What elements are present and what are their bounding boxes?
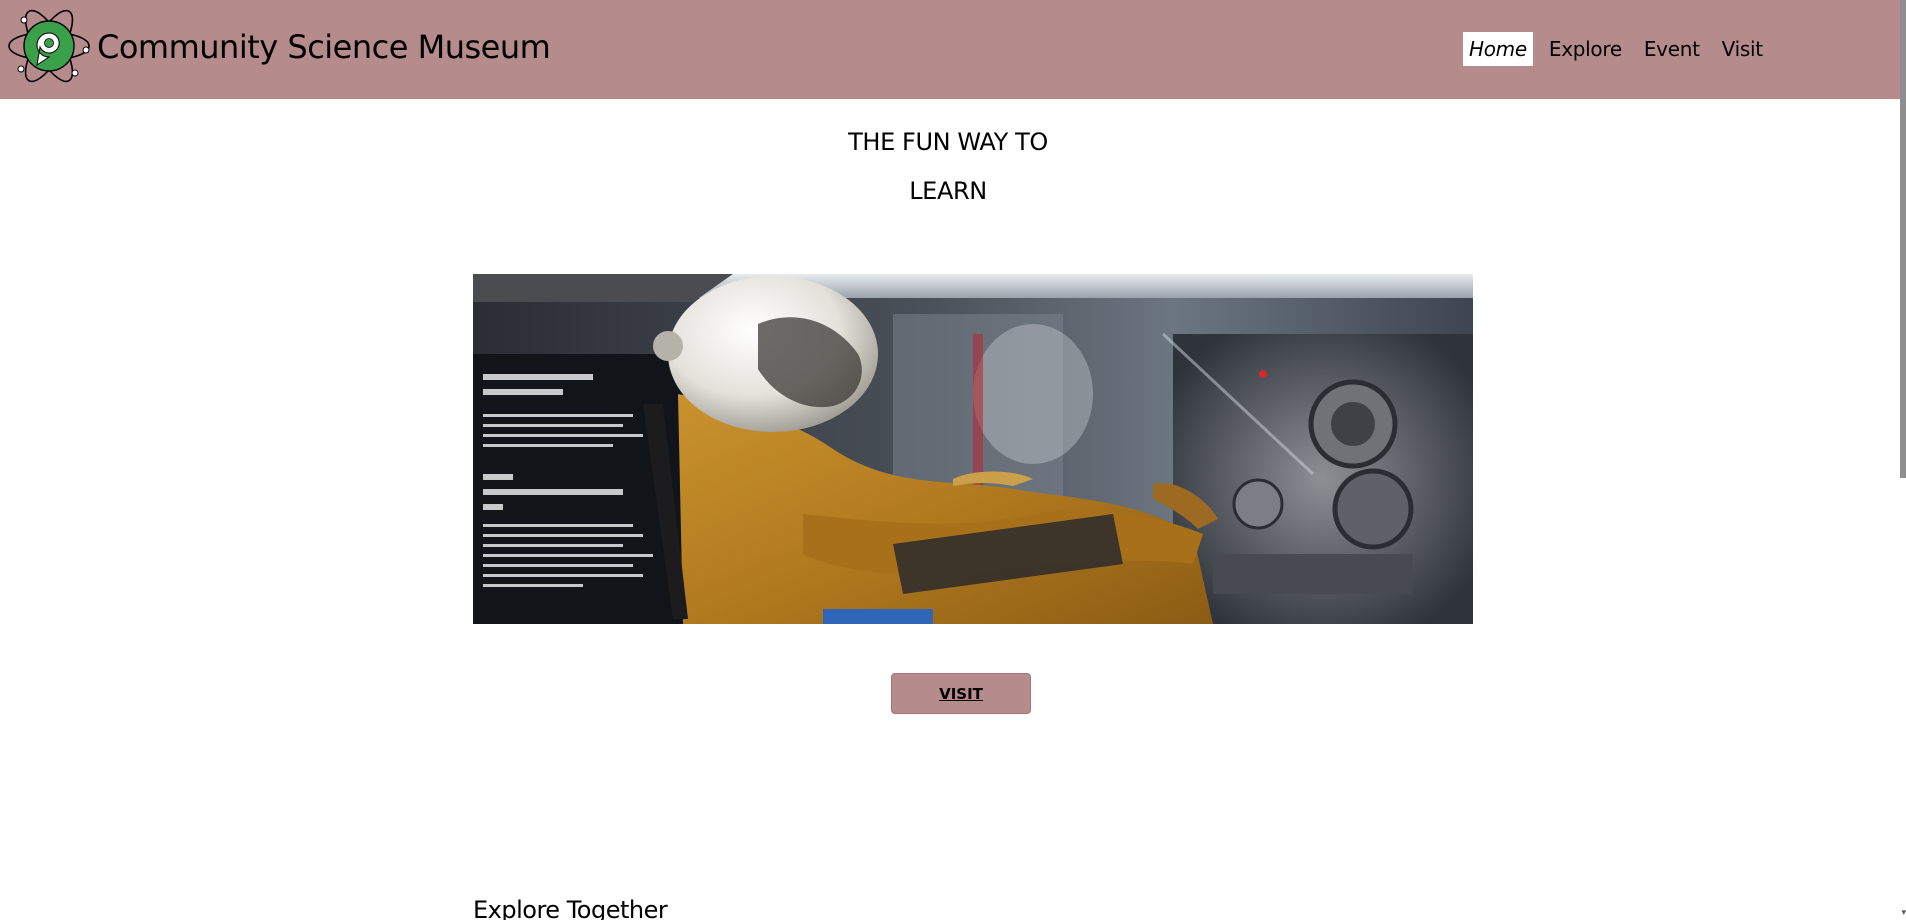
nav-item-visit[interactable]: Visit: [1716, 32, 1769, 66]
tagline-line-1: THE FUN WAY TO: [848, 128, 1048, 156]
nav-item-explore[interactable]: Explore: [1543, 32, 1628, 66]
scrollbar-thumb[interactable]: [1900, 0, 1906, 478]
nav-item-home[interactable]: Home: [1463, 32, 1533, 66]
hero-tagline: THE FUN WAY TO LEARN: [748, 118, 1148, 216]
page: Community Science Museum Home Explore Ev…: [0, 0, 1906, 920]
main-nav: Home Explore Event Visit: [1463, 32, 1779, 66]
hero-image: [473, 274, 1473, 624]
visit-button[interactable]: VISIT: [891, 673, 1031, 714]
scroll-down-arrow-icon[interactable]: ▾: [1901, 909, 1906, 918]
atom-logo-icon[interactable]: [6, 3, 92, 89]
nav-item-event[interactable]: Event: [1638, 32, 1706, 66]
site-header: Community Science Museum Home Explore Ev…: [0, 0, 1900, 99]
explore-together-heading: Explore Together: [473, 896, 668, 920]
tagline-line-2: LEARN: [909, 177, 987, 205]
vertical-scrollbar[interactable]: ▾: [1900, 0, 1906, 920]
astronaut-cockpit-image: [473, 274, 1473, 624]
site-title[interactable]: Community Science Museum: [97, 26, 551, 68]
